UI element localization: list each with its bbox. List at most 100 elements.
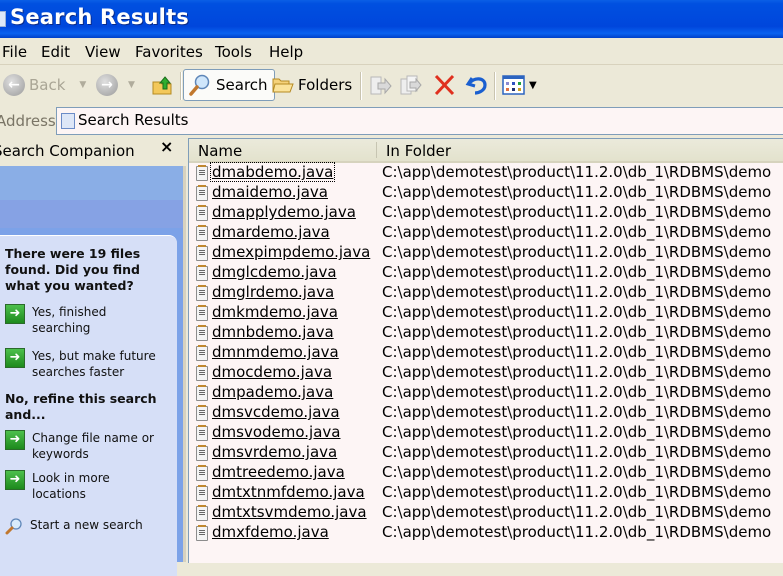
window-icon: [0, 11, 6, 27]
file-name-link[interactable]: dmsvodemo.java: [211, 423, 341, 441]
file-name-link[interactable]: dmxfdemo.java: [211, 523, 330, 541]
search-companion-pane: Search Companion × There were 19 files f…: [0, 138, 186, 562]
file-name-link[interactable]: dmtxtnmfdemo.java: [211, 483, 366, 501]
table-row[interactable]: dmkmdemo.javaC:\app\demotest\product\11.…: [189, 303, 783, 323]
file-name-link[interactable]: dmexpimpdemo.java: [211, 243, 371, 261]
search-button[interactable]: Search: [183, 69, 275, 101]
list-header: Name In Folder: [189, 139, 783, 163]
table-row[interactable]: dmtxtsvmdemo.javaC:\app\demotest\product…: [189, 503, 783, 523]
java-file-icon: [196, 366, 208, 381]
java-file-icon: [196, 506, 208, 521]
java-file-icon: [196, 426, 208, 441]
file-name-link[interactable]: dmsvrdemo.java: [211, 443, 338, 461]
table-row[interactable]: dmexpimpdemo.javaC:\app\demotest\product…: [189, 243, 783, 263]
java-file-icon: [196, 526, 208, 541]
file-name-link[interactable]: dmtxtsvmdemo.java: [211, 503, 368, 521]
option-new-search[interactable]: Start a new search: [5, 517, 143, 535]
close-icon[interactable]: ×: [160, 137, 173, 156]
option-label: Yes, finished searching: [32, 304, 142, 336]
folders-button[interactable]: Folders: [272, 69, 352, 101]
table-row[interactable]: dmabdemo.javaC:\app\demotest\product\11.…: [189, 163, 783, 183]
title-bar[interactable]: Search Results: [0, 0, 783, 38]
table-row[interactable]: dmsvrdemo.javaC:\app\demotest\product\11…: [189, 443, 783, 463]
java-file-icon: [196, 306, 208, 321]
address-bar: Address Search Results: [0, 106, 783, 136]
copy-to-button[interactable]: [399, 69, 423, 101]
file-name-link[interactable]: dmsvcdemo.java: [211, 403, 341, 421]
magnifier-icon: [5, 517, 23, 535]
menu-file[interactable]: File: [2, 43, 27, 61]
table-row[interactable]: dmnmdemo.javaC:\app\demotest\product\11.…: [189, 343, 783, 363]
column-header-in-folder[interactable]: In Folder: [386, 142, 451, 160]
table-row[interactable]: dmaidemo.javaC:\app\demotest\product\11.…: [189, 183, 783, 203]
toolbar-separator: [360, 72, 362, 100]
menu-edit[interactable]: Edit: [41, 43, 70, 61]
companion-banner: [0, 166, 183, 200]
forward-button[interactable]: → ▼: [96, 69, 135, 101]
file-folder-path: C:\app\demotest\product\11.2.0\db_1\RDBM…: [382, 263, 771, 281]
delete-button[interactable]: [433, 69, 457, 101]
file-name-link[interactable]: dmkmdemo.java: [211, 303, 339, 321]
java-file-icon: [196, 246, 208, 261]
move-to-button[interactable]: [368, 69, 392, 101]
folder-up-icon: [151, 73, 175, 97]
up-folder-button[interactable]: [151, 69, 175, 101]
table-row[interactable]: dmtreedemo.javaC:\app\demotest\product\1…: [189, 463, 783, 483]
views-button[interactable]: ▼: [502, 69, 537, 101]
folders-label: Folders: [298, 76, 352, 94]
companion-banner-lower: [0, 200, 183, 228]
companion-card: There were 19 files found. Did you find …: [0, 235, 177, 576]
menu-help[interactable]: Help: [269, 43, 303, 61]
file-name-link[interactable]: dmglrdemo.java: [211, 283, 335, 301]
column-header-name[interactable]: Name: [198, 142, 242, 160]
java-file-icon: [196, 266, 208, 281]
java-file-icon: [196, 226, 208, 241]
table-row[interactable]: dmsvcdemo.javaC:\app\demotest\product\11…: [189, 403, 783, 423]
folders-icon: [272, 75, 294, 95]
table-row[interactable]: dmardemo.javaC:\app\demotest\product\11.…: [189, 223, 783, 243]
menu-tools[interactable]: Tools: [215, 43, 252, 61]
table-row[interactable]: dmsvodemo.javaC:\app\demotest\product\11…: [189, 423, 783, 443]
file-folder-path: C:\app\demotest\product\11.2.0\db_1\RDBM…: [382, 323, 771, 341]
file-name-link[interactable]: dmabdemo.java: [211, 163, 334, 181]
results-list: Name In Folder dmabdemo.javaC:\app\demot…: [188, 138, 783, 563]
menu-view[interactable]: View: [85, 43, 121, 61]
option-finished-searching[interactable]: ➜ Yes, finished searching: [5, 304, 142, 336]
file-name-link[interactable]: dmapplydemo.java: [211, 203, 357, 221]
file-name-link[interactable]: dmnmdemo.java: [211, 343, 340, 361]
file-name-link[interactable]: dmardemo.java: [211, 223, 331, 241]
green-arrow-icon: ➜: [5, 470, 25, 490]
table-row[interactable]: dmocdemo.javaC:\app\demotest\product\11.…: [189, 363, 783, 383]
file-name-link[interactable]: dmocdemo.java: [211, 363, 333, 381]
address-input[interactable]: Search Results: [56, 107, 783, 135]
delete-x-icon: [433, 74, 457, 96]
option-faster-searches[interactable]: ➜ Yes, but make future searches faster: [5, 348, 162, 380]
menu-favorites[interactable]: Favorites: [135, 43, 203, 61]
back-label: Back: [29, 76, 65, 94]
file-name-link[interactable]: dmglcdemo.java: [211, 263, 338, 281]
forward-dropdown-icon[interactable]: ▼: [128, 80, 135, 90]
file-name-link[interactable]: dmpademo.java: [211, 383, 334, 401]
file-folder-path: C:\app\demotest\product\11.2.0\db_1\RDBM…: [382, 523, 771, 541]
undo-button[interactable]: [465, 69, 489, 101]
option-change-file-name[interactable]: ➜ Change file name or keywords: [5, 430, 162, 462]
back-arrow-icon: ←: [3, 74, 25, 96]
back-button[interactable]: ← Back ▼: [3, 69, 86, 101]
table-row[interactable]: dmpademo.javaC:\app\demotest\product\11.…: [189, 383, 783, 403]
table-row[interactable]: dmglrdemo.javaC:\app\demotest\product\11…: [189, 283, 783, 303]
views-dropdown-icon[interactable]: ▼: [529, 80, 537, 91]
file-name-link[interactable]: dmaidemo.java: [211, 183, 329, 201]
table-row[interactable]: dmxfdemo.java C:\app\demotest\product\11.…: [189, 523, 783, 543]
option-look-more-locations[interactable]: ➜ Look in more locations: [5, 470, 122, 502]
back-dropdown-icon[interactable]: ▼: [79, 80, 86, 90]
file-name-link[interactable]: dmtreedemo.java: [211, 463, 346, 481]
undo-icon: [465, 73, 489, 97]
file-name-link[interactable]: dmnbdemo.java: [211, 323, 335, 341]
table-row[interactable]: dmnbdemo.java C:\app\demotest\product\11.…: [189, 323, 783, 343]
menu-bar: File Edit View Favorites Tools Help: [0, 38, 783, 65]
table-row[interactable]: dmapplydemo.javaC:\app\demotest\product\…: [189, 203, 783, 223]
table-row[interactable]: dmglcdemo.java C:\app\demotest\product\11…: [189, 263, 783, 283]
java-file-icon: [196, 346, 208, 361]
table-row[interactable]: dmtxtnmfdemo.javaC:\app\demotest\product…: [189, 483, 783, 503]
column-divider[interactable]: [376, 142, 377, 158]
